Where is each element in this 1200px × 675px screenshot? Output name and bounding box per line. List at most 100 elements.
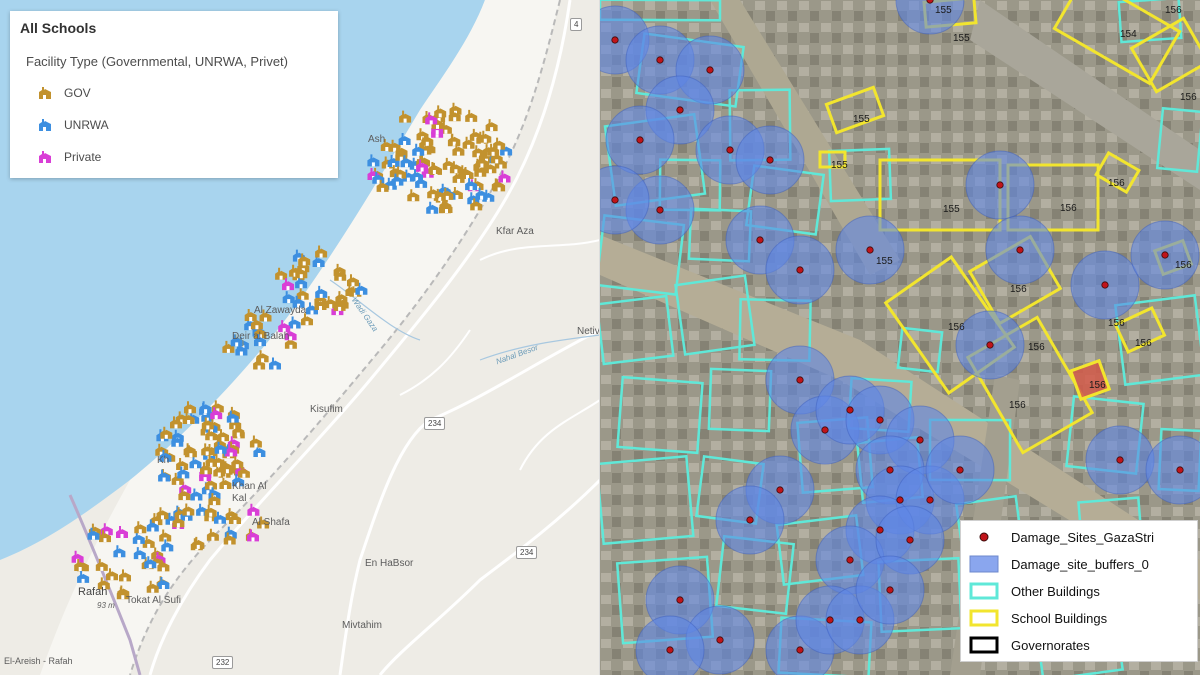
road-shield: 4 [570, 18, 583, 31]
building-label: 156 [1009, 400, 1026, 411]
damage-site[interactable] [876, 526, 884, 534]
damage-site[interactable] [876, 416, 884, 424]
place-label: Rafah [78, 586, 108, 598]
building-label: 156 [1165, 5, 1182, 16]
place-label: Khan Al [232, 481, 267, 492]
place-label: El-Areish - Rafah [4, 656, 73, 666]
damage-site[interactable] [886, 586, 894, 594]
legend-item-gov: GOV [38, 84, 91, 102]
legend-label: UNRWA [64, 118, 109, 132]
building-label: 155 [943, 204, 960, 215]
road-shield: 234 [516, 546, 538, 559]
black-outline-icon [969, 636, 999, 654]
damage-site[interactable] [926, 0, 934, 4]
legend-item-damage-buffers: Damage_site_buffers_0 [969, 551, 1149, 577]
damage-site[interactable] [746, 516, 754, 524]
cyan-outline-icon [969, 582, 999, 600]
building-label: 155 [935, 5, 952, 16]
damage-site[interactable] [796, 266, 804, 274]
damage-site[interactable] [821, 426, 829, 434]
damage-site[interactable] [856, 616, 864, 624]
building-label: 156 [1028, 342, 1045, 353]
legend-item-school-buildings: School Buildings [969, 605, 1107, 631]
legend-item-other-buildings: Other Buildings [969, 578, 1100, 604]
building-label: 156 [1135, 338, 1152, 349]
place-label: Mivtahim [342, 620, 383, 631]
legend-subtitle: Facility Type (Governmental, UNRWA, Priv… [26, 54, 288, 69]
damage-site[interactable] [716, 636, 724, 644]
damage-site[interactable] [756, 236, 764, 244]
damage-site[interactable] [706, 66, 714, 74]
damage-site[interactable] [666, 646, 674, 654]
damage-site[interactable] [1016, 246, 1024, 254]
damage-site[interactable] [611, 196, 619, 204]
building-label: 156 [1089, 380, 1106, 391]
legend-item-damage-sites: Damage_Sites_GazaStri [969, 524, 1154, 550]
damage-site[interactable] [1101, 281, 1109, 289]
legend-label: Governorates [1011, 637, 1090, 653]
building-label: 155 [876, 256, 893, 267]
legend-label: Private [64, 150, 102, 164]
damage-site[interactable] [996, 181, 1004, 189]
damage-site[interactable] [796, 646, 804, 654]
damage-site[interactable] [866, 246, 874, 254]
legend-item-unrwa: UNRWA [38, 116, 109, 134]
legend-item-private: Private [38, 148, 101, 166]
place-label: En HaBsor [365, 558, 414, 569]
damage-site[interactable] [656, 206, 664, 214]
damage-site[interactable] [656, 56, 664, 64]
place-label: Kh [157, 455, 170, 466]
layer-legend: Damage_Sites_GazaStri Damage_site_buffer… [960, 520, 1198, 662]
damage-map-panel[interactable]: 155 155 155 155 154 155 155 156 156 156 156 156 156 1… [600, 0, 1200, 675]
building-label: 156 [1175, 260, 1192, 271]
damage-site[interactable] [916, 436, 924, 444]
legend-label: GOV [64, 86, 91, 100]
damage-site[interactable] [906, 536, 914, 544]
damage-site[interactable] [986, 341, 994, 349]
map-legend-panel: All Schools Facility Type (Governmental,… [10, 11, 338, 178]
damage-site[interactable] [826, 616, 834, 624]
damage-site[interactable] [676, 596, 684, 604]
building-label: 156 [1108, 318, 1125, 329]
place-label: Al Zawayda [254, 305, 307, 316]
damage-site[interactable] [886, 466, 894, 474]
building-label: 156 [1108, 178, 1125, 189]
damage-site[interactable] [1161, 251, 1169, 259]
building-label: 156 [1010, 284, 1027, 295]
building-label: 155 [853, 114, 870, 125]
damage-site[interactable] [611, 36, 619, 44]
building-label: 155 [953, 33, 970, 44]
damage-site[interactable] [726, 146, 734, 154]
damage-site[interactable] [956, 466, 964, 474]
building-label: 154 [1120, 29, 1137, 40]
damage-site[interactable] [636, 136, 644, 144]
road-shield: 232 [212, 656, 234, 669]
elevation-label: 93 m [97, 601, 115, 610]
red-dot-icon [979, 532, 989, 542]
school-icon [39, 87, 51, 99]
legend-label: Damage_site_buffers_0 [1011, 556, 1149, 572]
schools-map-panel[interactable]: Ash Kfar Aza Al Zawayda Deir al Balah Ki… [0, 0, 600, 675]
damage-site[interactable] [1116, 456, 1124, 464]
damage-site[interactable] [846, 556, 854, 564]
legend-label: School Buildings [1011, 610, 1108, 626]
damage-site[interactable] [676, 106, 684, 114]
damage-site[interactable] [776, 486, 784, 494]
damage-site[interactable] [766, 156, 774, 164]
legend-title: All Schools [20, 20, 97, 36]
damage-site[interactable] [896, 496, 904, 504]
damage-site[interactable] [796, 376, 804, 384]
damage-site[interactable] [846, 406, 854, 414]
damage-site[interactable] [1176, 466, 1184, 474]
building-label: 156 [1060, 203, 1077, 214]
blue-fill-icon [969, 555, 999, 573]
damage-site[interactable] [926, 496, 934, 504]
building-label: 155 [831, 160, 848, 171]
place-label: Deir al Balah [232, 331, 290, 342]
road-232 [378, 478, 600, 675]
school-marker[interactable] [247, 529, 259, 542]
place-label: Kal [232, 493, 247, 504]
legend-label: Damage_Sites_GazaStri [1011, 529, 1155, 545]
place-label: Kisufim [310, 404, 343, 415]
place-label: Netiv [577, 326, 600, 337]
